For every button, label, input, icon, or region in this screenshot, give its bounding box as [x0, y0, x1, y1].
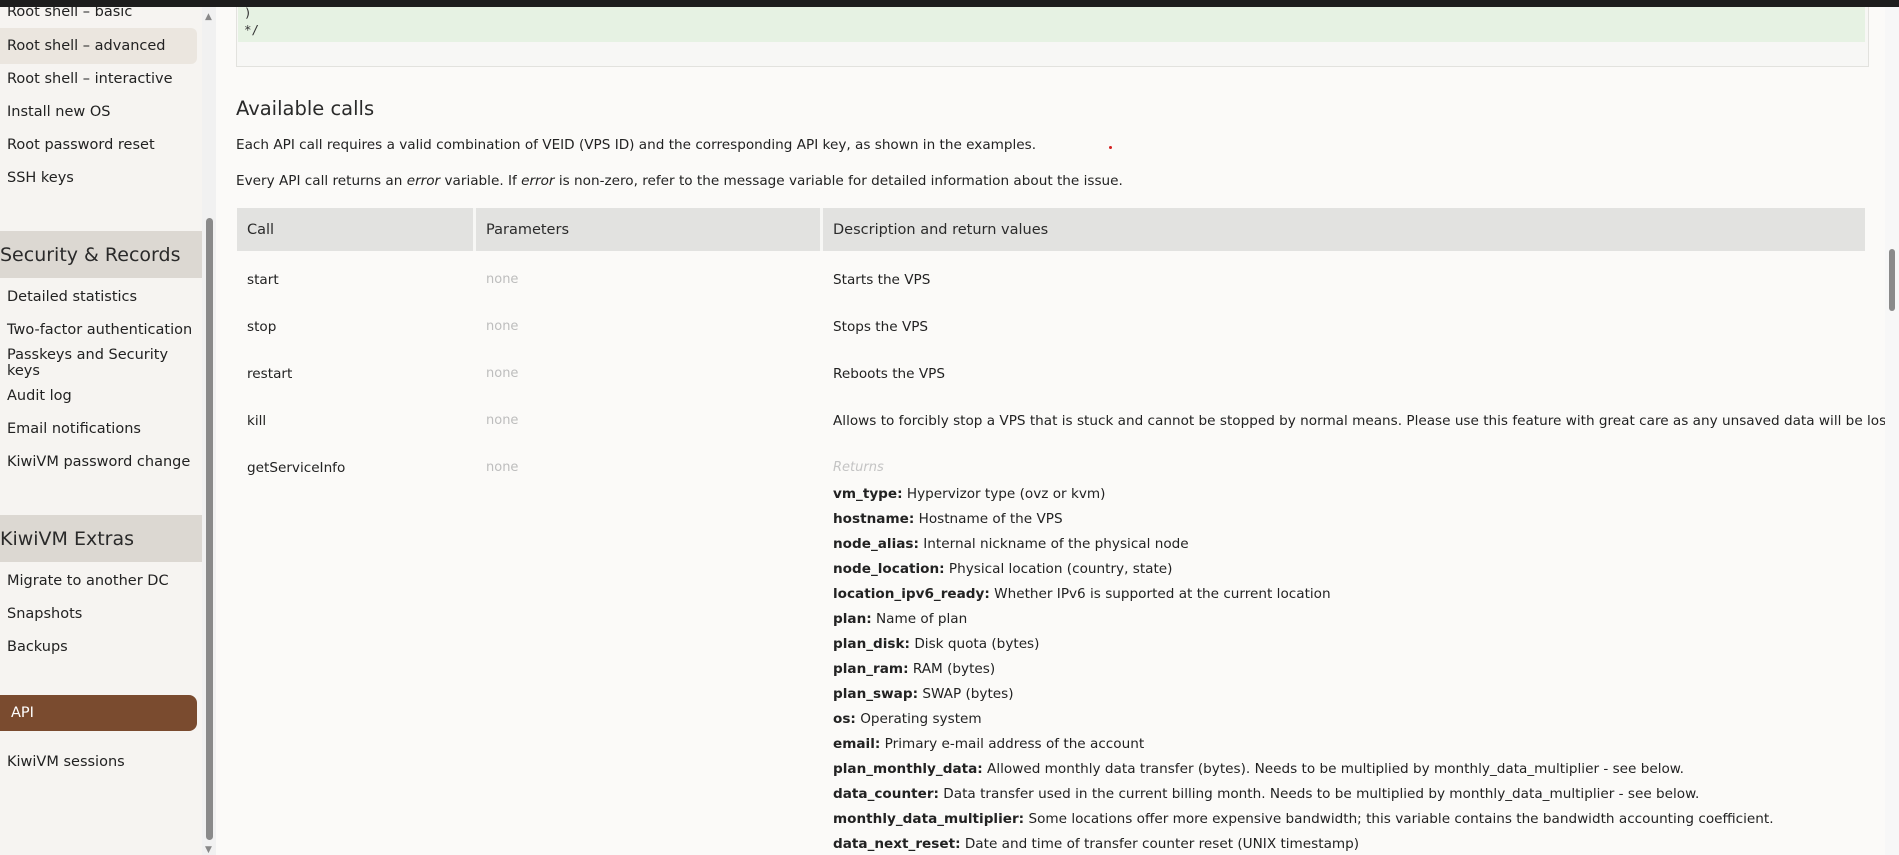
sidebar-item-api[interactable]: API	[0, 695, 197, 731]
return-value-email: email: Primary e-mail address of the acc…	[833, 736, 1145, 752]
code-line: )	[244, 7, 252, 20]
section-title: Available calls	[236, 97, 375, 120]
scroll-up-arrow-icon[interactable]: ▲	[205, 12, 212, 22]
sidebar-item-root-shell-advanced[interactable]: Root shell – advanced	[0, 28, 197, 64]
sidebar: Root shell – basic Root shell – advanced…	[0, 7, 202, 855]
call-name: getServiceInfo	[247, 460, 346, 476]
sidebar-item-passkeys-security-keys[interactable]: Passkeys and Security keys	[0, 345, 197, 381]
return-value-node-alias: node_alias: Internal nickname of the phy…	[833, 536, 1189, 552]
sidebar-scrollbar[interactable]: ▲ ▼	[202, 7, 216, 855]
window-top-bar	[0, 0, 1899, 7]
sidebar-item-root-shell-interactive[interactable]: Root shell – interactive	[0, 61, 197, 97]
call-description: Reboots the VPS	[833, 366, 945, 382]
sidebar-item-email-notifications[interactable]: Email notifications	[0, 411, 197, 447]
return-value-plan-monthly-data: plan_monthly_data: Allowed monthly data …	[833, 761, 1684, 777]
call-description: Starts the VPS	[833, 272, 931, 288]
scroll-down-arrow-icon[interactable]: ▼	[205, 845, 212, 855]
call-params: none	[486, 366, 519, 381]
page-scrollbar[interactable]	[1885, 7, 1899, 855]
code-highlight	[238, 7, 1865, 42]
sidebar-item-kiwivm-sessions[interactable]: KiwiVM sessions	[0, 744, 197, 780]
return-value-monthly-data-multiplier: monthly_data_multiplier: Some locations …	[833, 811, 1774, 827]
sidebar-scrollbar-thumb[interactable]	[206, 218, 213, 840]
column-header-description: Description and return values	[833, 221, 1049, 238]
main-content: ) */ Available calls Each API call requi…	[216, 7, 1885, 855]
call-name: stop	[247, 319, 277, 335]
code-block: ) */	[236, 7, 1869, 67]
sidebar-item-root-password-reset[interactable]: Root password reset	[0, 127, 197, 163]
sidebar-item-snapshots[interactable]: Snapshots	[0, 596, 197, 632]
return-value-node-location: node_location: Physical location (countr…	[833, 561, 1173, 577]
sidebar-item-backups[interactable]: Backups	[0, 629, 197, 665]
call-params: none	[486, 460, 519, 475]
return-value-data-counter: data_counter: Data transfer used in the …	[833, 786, 1700, 802]
return-value-vm-type: vm_type: Hypervizor type (ovz or kvm)	[833, 486, 1106, 502]
sidebar-item-root-shell-basic[interactable]: Root shell – basic	[0, 7, 197, 30]
call-params: none	[486, 319, 519, 334]
table-header: Call Parameters Description and return v…	[237, 208, 1865, 251]
call-params: none	[486, 272, 519, 287]
call-name: restart	[247, 366, 293, 382]
return-value-plan: plan: Name of plan	[833, 611, 968, 627]
sidebar-item-kiwivm-password-change[interactable]: KiwiVM password change	[0, 444, 197, 480]
code-line: */	[244, 22, 260, 37]
sidebar-item-two-factor-authentication[interactable]: Two-factor authentication	[0, 312, 197, 348]
return-value-data-next-reset: data_next_reset: Date and time of transf…	[833, 836, 1360, 852]
page-scrollbar-thumb[interactable]	[1889, 249, 1895, 311]
sidebar-section-security-records: Security & Records	[0, 231, 202, 278]
return-value-os: os: Operating system	[833, 711, 982, 727]
sidebar-item-ssh-keys[interactable]: SSH keys	[0, 160, 197, 196]
sidebar-item-install-new-os[interactable]: Install new OS	[0, 94, 197, 130]
sidebar-section-kiwivm-extras: KiwiVM Extras	[0, 515, 202, 562]
call-description: Allows to forcibly stop a VPS that is st…	[833, 413, 1885, 429]
error-paragraph: Every API call returns an error variable…	[236, 173, 1123, 189]
return-value-plan-disk: plan_disk: Disk quota (bytes)	[833, 636, 1040, 652]
sidebar-item-audit-log[interactable]: Audit log	[0, 378, 197, 414]
column-header-parameters: Parameters	[486, 221, 569, 238]
call-name: kill	[247, 413, 267, 429]
cursor-dot	[1109, 146, 1112, 149]
intro-paragraph: Each API call requires a valid combinati…	[236, 137, 1037, 153]
sidebar-item-detailed-statistics[interactable]: Detailed statistics	[0, 279, 197, 315]
api-calls-table: Call Parameters Description and return v…	[237, 208, 1885, 852]
return-value-plan-swap: plan_swap: SWAP (bytes)	[833, 686, 1014, 702]
returns-label: Returns	[833, 460, 884, 475]
call-description: Stops the VPS	[833, 319, 929, 335]
return-value-hostname: hostname: Hostname of the VPS	[833, 511, 1063, 527]
column-header-call: Call	[247, 221, 275, 238]
return-value-plan-ram: plan_ram: RAM (bytes)	[833, 661, 996, 677]
return-value-location-ipv6-ready: location_ipv6_ready: Whether IPv6 is sup…	[833, 586, 1331, 602]
sidebar-item-migrate-to-another-dc[interactable]: Migrate to another DC	[0, 563, 197, 599]
call-params: none	[486, 413, 519, 428]
call-name: start	[247, 272, 279, 288]
